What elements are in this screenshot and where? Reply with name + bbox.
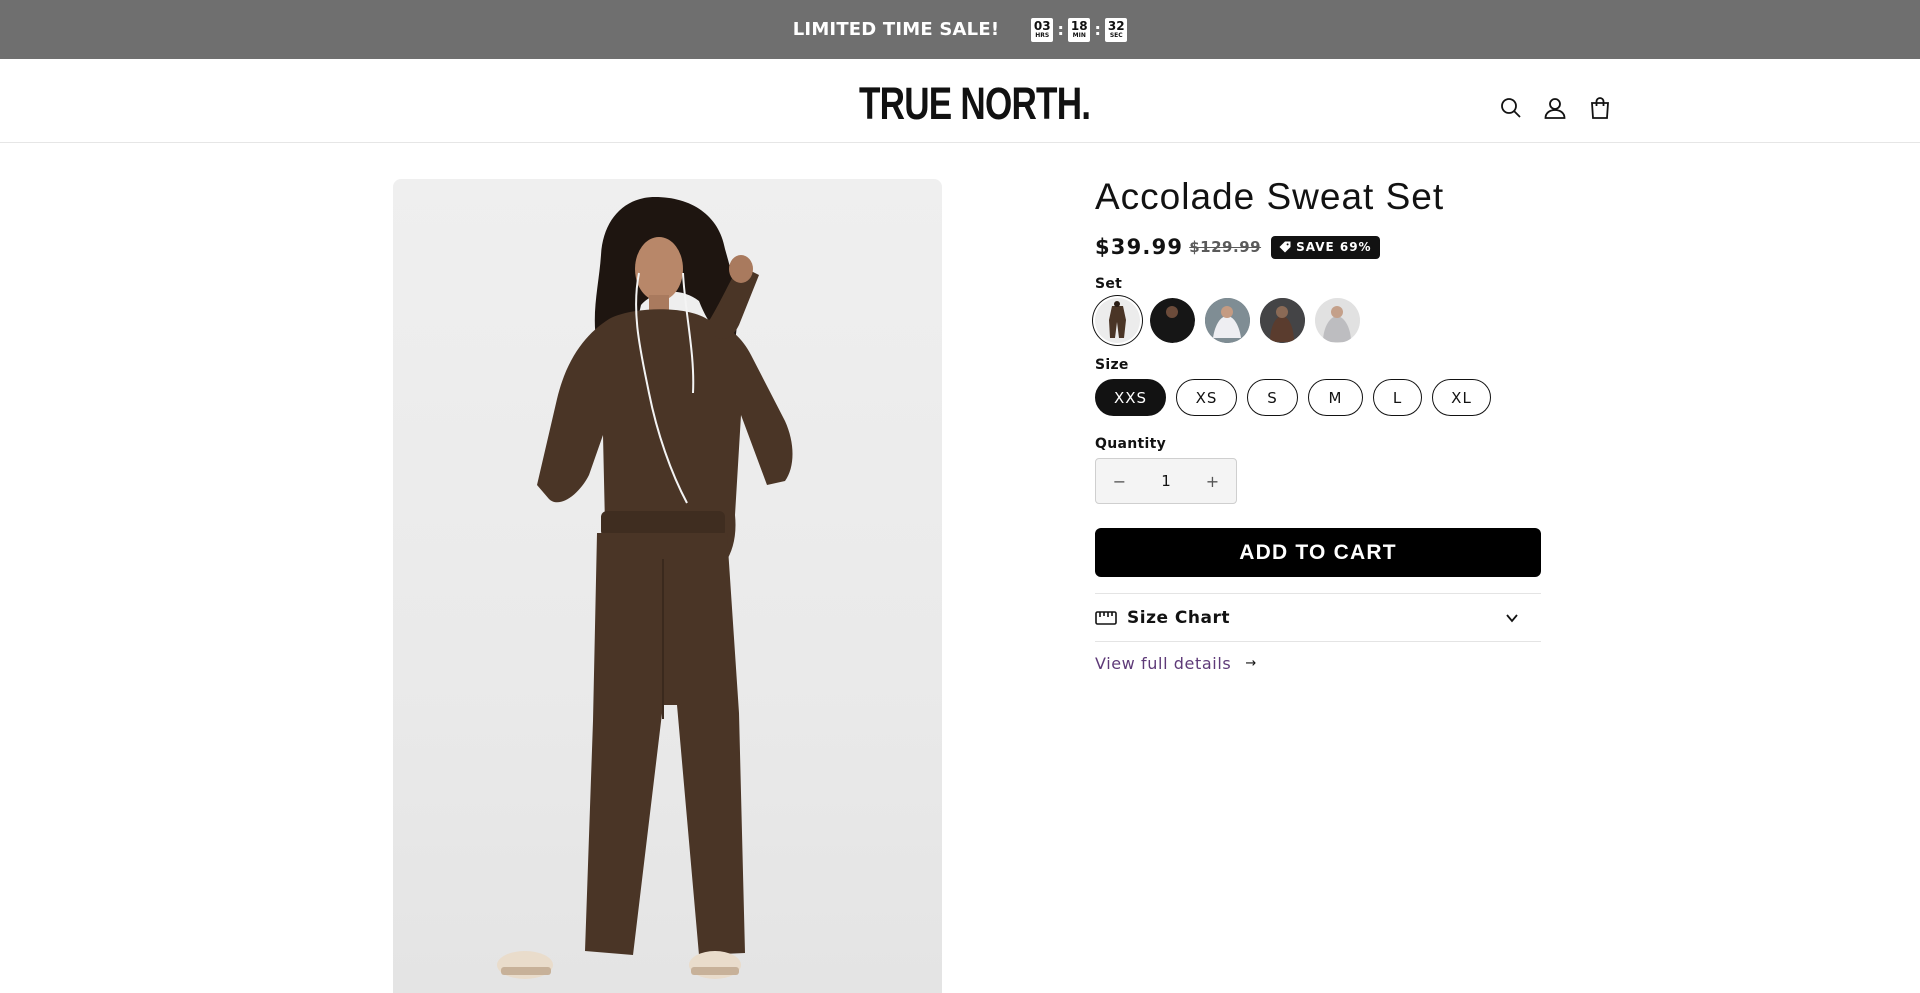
size-option-l[interactable]: L <box>1373 379 1422 416</box>
product-info: Accolade Sweat Set $39.99 $129.99 SAVE 6… <box>1095 172 1541 673</box>
quantity-label: Quantity <box>1095 436 1166 452</box>
swatch-charcoal[interactable] <box>1260 298 1305 343</box>
swatch-white[interactable] <box>1205 298 1250 343</box>
size-option-xs[interactable]: XS <box>1176 379 1237 416</box>
timer-separator: : <box>1094 20 1101 39</box>
timer-hours-unit: HRS <box>1035 32 1050 39</box>
size-chart-label: Size Chart <box>1127 607 1230 628</box>
price-row: $39.99 $129.99 SAVE 69% <box>1095 234 1541 260</box>
swatch-espresso[interactable] <box>1095 298 1140 343</box>
timer-hours: 03 HRS <box>1031 17 1054 42</box>
quantity-input[interactable]: 1 <box>1143 459 1189 503</box>
size-option-xl[interactable]: XL <box>1432 379 1491 416</box>
set-swatches <box>1095 298 1541 343</box>
size-selector: XXS XS S M L XL <box>1095 379 1541 416</box>
quantity-increase-button[interactable]: + <box>1189 459 1236 503</box>
chevron-down-icon <box>1506 614 1518 623</box>
timer-minutes-value: 18 <box>1070 19 1088 33</box>
save-badge-text: SAVE 69% <box>1296 240 1372 254</box>
countdown-timer: 03 HRS : 18 MIN : 32 SEC <box>1031 17 1128 42</box>
tag-icon <box>1279 241 1291 253</box>
size-option-m[interactable]: M <box>1308 379 1363 416</box>
swatch-black[interactable] <box>1150 298 1195 343</box>
quantity-decrease-button[interactable]: − <box>1096 459 1143 503</box>
announcement-bar: LIMITED TIME SALE! 03 HRS : 18 MIN : 32 … <box>0 0 1920 59</box>
timer-separator: : <box>1057 20 1064 39</box>
size-chart-toggle[interactable]: Size Chart <box>1095 593 1541 642</box>
model-illustration <box>497 197 793 979</box>
sale-price: $39.99 <box>1095 235 1184 259</box>
view-full-details-text: View full details <box>1095 654 1232 673</box>
product-title: Accolade Sweat Set <box>1095 176 1445 217</box>
timer-seconds-value: 32 <box>1107 19 1125 33</box>
arrow-right-icon: → <box>1245 656 1257 671</box>
size-option-xxs[interactable]: XXS <box>1095 379 1166 416</box>
timer-hours-value: 03 <box>1033 19 1051 33</box>
timer-seconds-unit: SEC <box>1109 32 1123 39</box>
announcement-text: LIMITED TIME SALE! <box>792 19 1000 40</box>
store-logo[interactable]: TRUE NORTH. <box>859 81 1091 126</box>
timer-seconds: 32 SEC <box>1105 17 1128 42</box>
save-badge: SAVE 69% <box>1271 235 1380 259</box>
site-header: TRUE NORTH. <box>0 59 1920 143</box>
set-option-label: Set <box>1095 276 1123 292</box>
view-full-details-link[interactable]: View full details → <box>1095 654 1541 673</box>
cart-icon[interactable] <box>1587 95 1613 121</box>
account-icon[interactable] <box>1542 95 1568 121</box>
product-image[interactable] <box>393 179 942 993</box>
timer-minutes-unit: MIN <box>1072 32 1086 39</box>
size-option-s[interactable]: S <box>1247 379 1298 416</box>
search-icon[interactable] <box>1498 95 1524 121</box>
quantity-stepper: − 1 + <box>1095 458 1237 504</box>
swatch-heather-grey[interactable] <box>1315 298 1360 343</box>
add-to-cart-button[interactable]: ADD TO CART <box>1095 528 1541 577</box>
ruler-icon <box>1095 610 1117 625</box>
timer-minutes: 18 MIN <box>1068 17 1091 42</box>
compare-price: $129.99 <box>1189 238 1262 256</box>
size-option-label: Size <box>1095 357 1129 373</box>
